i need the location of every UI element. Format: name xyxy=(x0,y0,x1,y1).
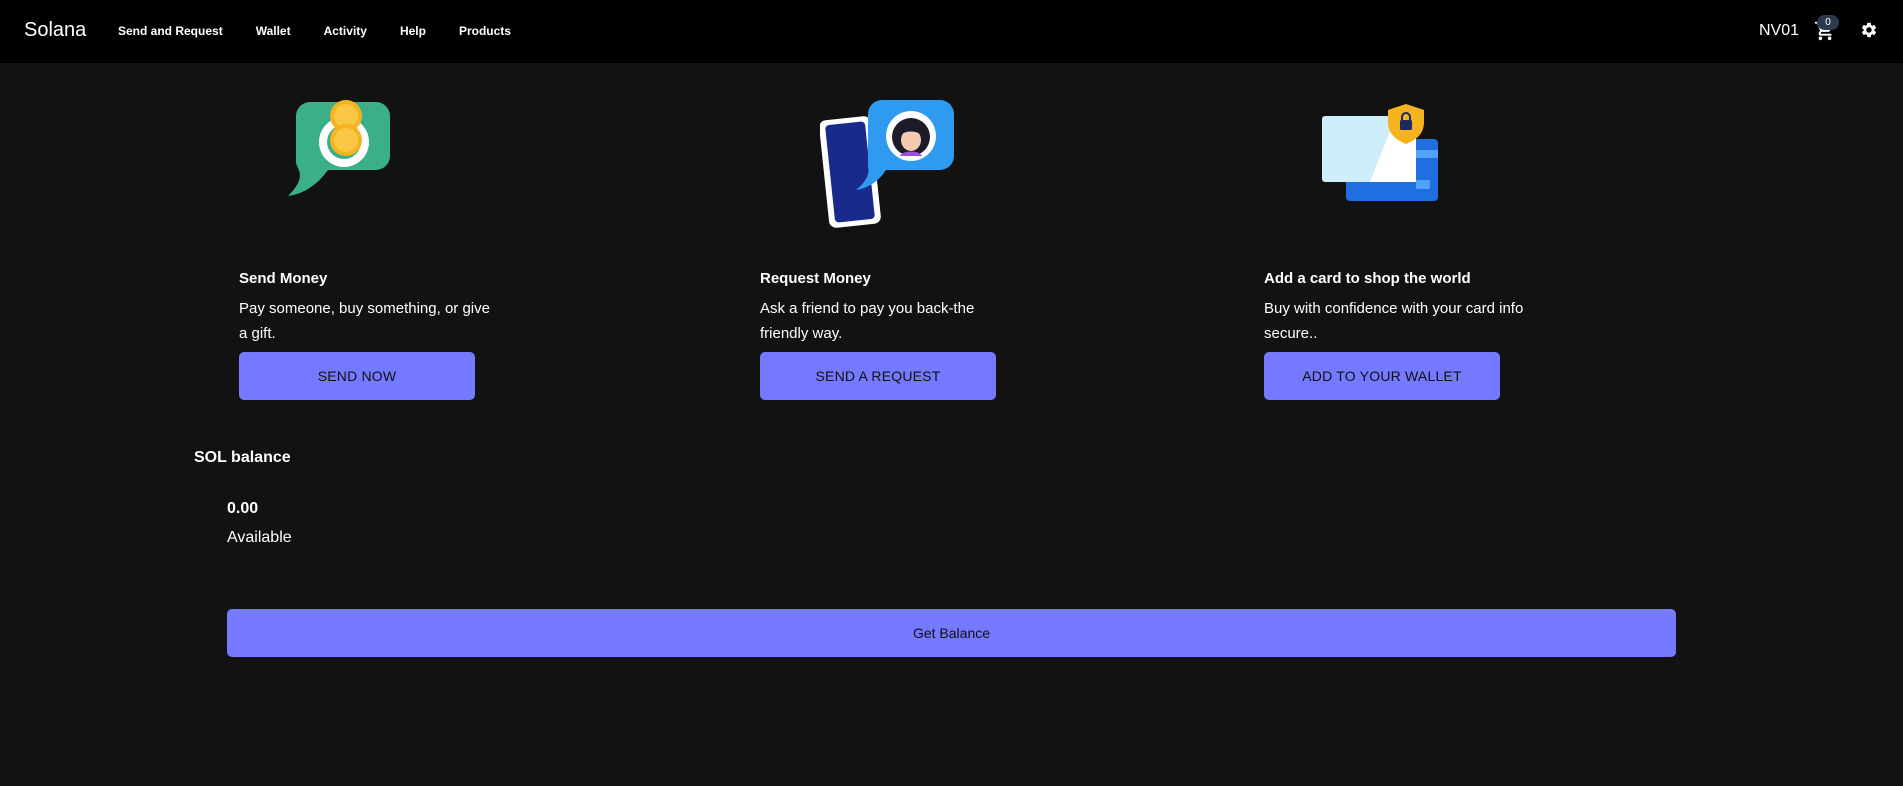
nav-link-send-and-request[interactable]: Send and Request xyxy=(118,24,223,38)
feature-request-money: Request Money Ask a friend to pay you ba… xyxy=(760,72,1020,402)
balance-available-label: Available xyxy=(227,529,292,546)
send-now-button[interactable]: SEND NOW xyxy=(239,352,475,400)
top-navbar: Solana Send and Request Wallet Activity … xyxy=(0,0,1903,63)
balance-value: 0.00 xyxy=(227,500,259,517)
feature-description: Pay someone, buy something, or give a gi… xyxy=(239,300,490,342)
get-balance-button[interactable]: Get Balance xyxy=(227,609,1676,657)
feature-send-money: Send Money Pay someone, buy something, o… xyxy=(239,72,499,402)
gear-icon[interactable] xyxy=(1860,21,1880,41)
feature-description: Buy with confidence with your card info … xyxy=(1264,300,1524,342)
nav-link-products[interactable]: Products xyxy=(459,24,511,38)
feature-title: Request Money xyxy=(760,270,871,287)
brand-logo[interactable]: Solana xyxy=(24,19,86,42)
secure-card-icon xyxy=(1320,102,1450,207)
send-request-button[interactable]: SEND A REQUEST xyxy=(760,352,996,400)
nav-link-activity[interactable]: Activity xyxy=(324,24,367,38)
nav-link-help[interactable]: Help xyxy=(400,24,426,38)
user-name[interactable]: NV01 xyxy=(1759,22,1799,40)
feature-title: Send Money xyxy=(239,270,328,287)
add-to-wallet-button[interactable]: ADD TO YOUR WALLET xyxy=(1264,352,1500,400)
phone-chat-icon xyxy=(819,100,960,235)
feature-description: Ask a friend to pay you back-the friendl… xyxy=(760,300,975,342)
nav-link-wallet[interactable]: Wallet xyxy=(256,24,291,38)
nav-links: Send and Request Wallet Activity Help Pr… xyxy=(118,24,544,38)
coins-chat-icon xyxy=(288,98,398,213)
cart-count-badge: 0 xyxy=(1817,15,1839,30)
feature-add-card: Add a card to shop the world Buy with co… xyxy=(1264,72,1524,402)
feature-title: Add a card to shop the world xyxy=(1264,270,1471,287)
balance-title: SOL balance xyxy=(194,449,291,466)
